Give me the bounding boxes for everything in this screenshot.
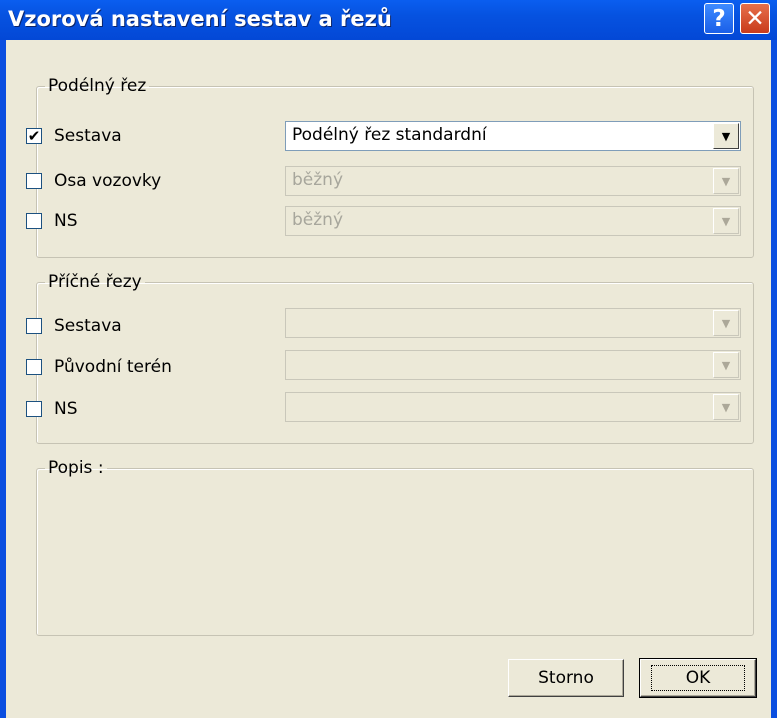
combo-value: běžný — [292, 170, 344, 190]
close-button[interactable]: ✕ — [740, 3, 770, 34]
help-icon: ? — [712, 5, 726, 32]
checkbox-label: Původní terén — [54, 357, 172, 377]
dialog-window: Vzorová nastavení sestav a řezů ? ✕ Podé… — [0, 0, 777, 718]
window-title: Vzorová nastavení sestav a řezů — [8, 7, 392, 31]
title-bar[interactable]: Vzorová nastavení sestav a řezů ? ✕ — [0, 0, 777, 40]
row-podelny-ns[interactable]: NS — [26, 208, 78, 234]
checkbox-puvodni-teren[interactable] — [26, 359, 42, 375]
chevron-down-icon[interactable]: ▼ — [713, 310, 739, 336]
combo-puvodni-teren[interactable]: ▼ — [285, 350, 741, 380]
check-icon: ✔ — [27, 126, 41, 145]
chevron-down-icon[interactable]: ▼ — [713, 123, 739, 149]
dialog-client: Podélný řez ✔ Sestava Podélný řez standa… — [6, 40, 771, 718]
help-button[interactable]: ? — [704, 3, 734, 34]
chevron-down-icon[interactable]: ▼ — [713, 394, 739, 420]
checkbox-label: Sestava — [54, 126, 122, 146]
row-podelny-sestava[interactable]: ✔ Sestava — [26, 123, 122, 149]
group-popis-legend: Popis : — [48, 458, 104, 478]
checkbox-label: NS — [54, 211, 78, 231]
combo-pricne-sestava[interactable]: ▼ — [285, 308, 741, 338]
row-pricne-ns[interactable]: NS — [26, 396, 78, 422]
combo-value: Podélný řez standardní — [292, 125, 487, 145]
checkbox-label: NS — [54, 399, 78, 419]
chevron-down-icon[interactable]: ▼ — [713, 168, 739, 194]
checkbox-label: Sestava — [54, 316, 122, 336]
checkbox-label: Osa vozovky — [54, 171, 162, 191]
combo-podelny-sestava[interactable]: Podélný řez standardní ▼ — [285, 121, 741, 151]
cancel-button[interactable]: Storno — [508, 659, 624, 697]
row-pricne-sestava[interactable]: Sestava — [26, 313, 122, 339]
chevron-down-icon[interactable]: ▼ — [713, 208, 739, 234]
combo-osa-vozovky[interactable]: běžný ▼ — [285, 166, 741, 196]
row-puvodni-teren[interactable]: Původní terén — [26, 354, 172, 380]
checkbox-pricne-ns[interactable] — [26, 401, 42, 417]
checkbox-pricne-sestava[interactable] — [26, 318, 42, 334]
combo-podelny-ns[interactable]: běžný ▼ — [285, 206, 741, 236]
checkbox-podelny-ns[interactable] — [26, 213, 42, 229]
checkbox-podelny-sestava[interactable]: ✔ — [26, 128, 42, 144]
group-podelny-rez-legend: Podélný řez — [48, 76, 147, 96]
combo-pricne-ns[interactable]: ▼ — [285, 392, 741, 422]
chevron-down-icon[interactable]: ▼ — [713, 352, 739, 378]
checkbox-osa-vozovky[interactable] — [26, 173, 42, 189]
ok-button[interactable]: OK — [639, 658, 757, 698]
combo-value: běžný — [292, 210, 344, 230]
close-icon: ✕ — [745, 5, 765, 32]
ok-button-label: OK — [650, 665, 746, 691]
group-popis: Popis : — [36, 458, 754, 636]
cancel-button-label: Storno — [538, 668, 594, 688]
group-pricne-rezy-legend: Příčné řezy — [48, 272, 142, 292]
row-podelny-osa[interactable]: Osa vozovky — [26, 168, 161, 194]
